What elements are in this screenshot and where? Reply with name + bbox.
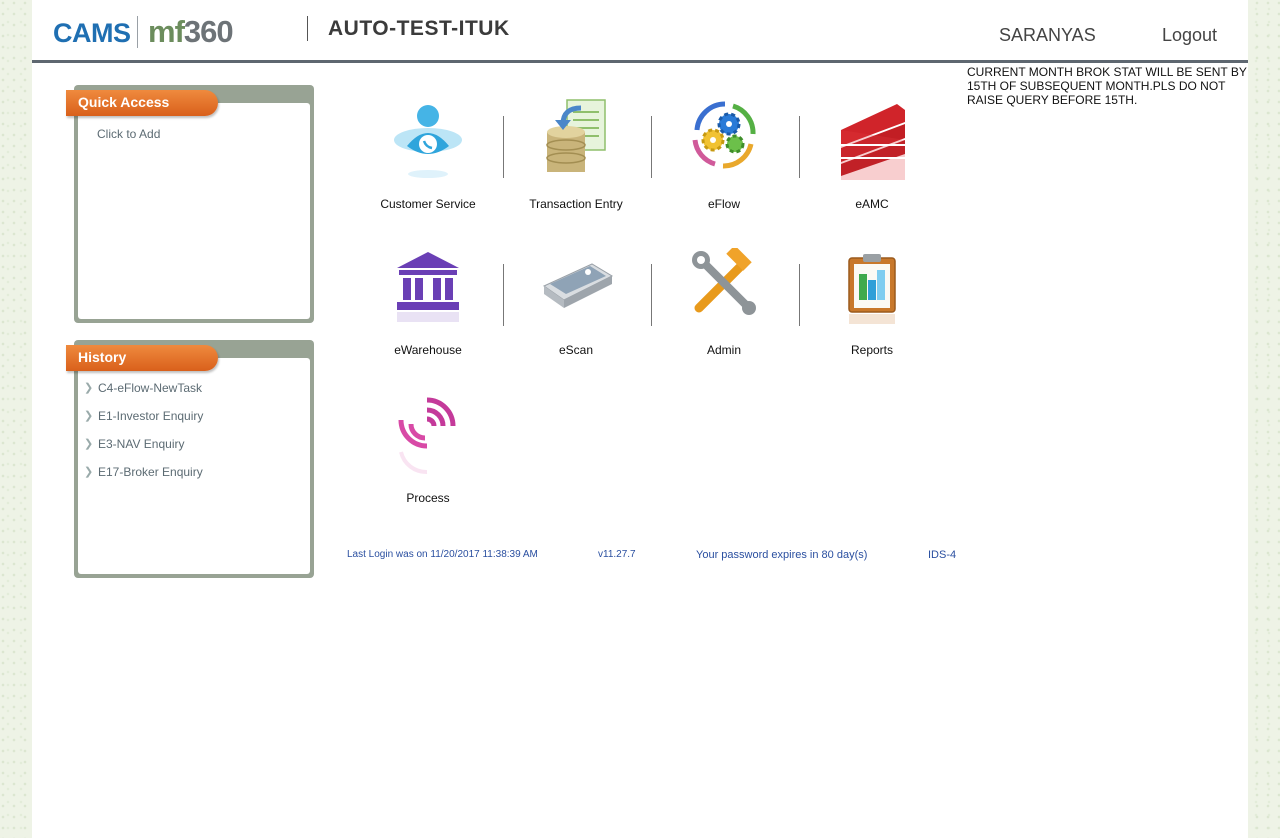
password-expiry-text: Your password expires in 80 day(s) (696, 549, 868, 561)
app-eamc[interactable]: eAMC (798, 100, 946, 230)
history-panel: ❯ C4-eFlow-NewTask ❯ E1-Investor Enquiry ❯… (66, 340, 314, 578)
app-escan[interactable]: eScan (502, 250, 650, 380)
database-document-icon (546, 99, 606, 172)
quick-access-body: Click to Add (78, 103, 310, 319)
history-item-label: E17-Broker Enquiry (98, 465, 203, 479)
quick-access-add-link[interactable]: Click to Add (97, 127, 160, 141)
app-customer-service[interactable]: Customer Service (354, 102, 502, 232)
history-item-label: E3-NAV Enquiry (98, 437, 185, 451)
mf360-logo-num: 360 (183, 14, 234, 49)
app-eflow[interactable]: eFlow (650, 100, 798, 230)
history-item[interactable]: ❯ E17-Broker Enquiry (84, 465, 203, 493)
app-admin[interactable]: Admin (650, 248, 798, 378)
logo-divider (137, 16, 138, 48)
clipboard-chart-icon (848, 254, 896, 324)
app-label: eAMC (855, 197, 889, 211)
app-label: Process (406, 491, 450, 505)
chevron-right-icon: ❯ (84, 382, 94, 394)
bank-building-icon (397, 252, 459, 322)
cams-logo: CAMS (53, 18, 131, 49)
mf360-logo: mf360 (148, 14, 234, 50)
history-item-label: C4-eFlow-NewTask (98, 381, 203, 395)
notice-text: CURRENT MONTH BROK STAT WILL BE SENT BY … (967, 65, 1247, 107)
app-label: Admin (706, 343, 741, 357)
app-label: Reports (850, 343, 894, 357)
page-title: AUTO-TEST-ITUK (328, 17, 510, 40)
server-id-text: IDS-4 (928, 549, 957, 561)
logout-link[interactable]: Logout (1162, 25, 1217, 46)
history-list: ❯ C4-eFlow-NewTask ❯ E1-Investor Enquiry ❯… (84, 381, 203, 493)
quick-access-tab: Quick Access (66, 90, 218, 116)
history-tab: History (66, 345, 218, 371)
user-name: SARANYAS (999, 25, 1096, 45)
header-rule (32, 60, 1248, 63)
app-label: eScan (558, 343, 594, 357)
app-ewarehouse[interactable]: eWarehouse (354, 250, 502, 380)
last-login-text: Last Login was on 11/20/2017 11:38:39 AM (347, 549, 538, 560)
chevron-right-icon: ❯ (84, 438, 94, 450)
stacked-bars-icon (841, 104, 905, 180)
history-body: ❯ C4-eFlow-NewTask ❯ E1-Investor Enquiry ❯… (78, 358, 310, 574)
chevron-right-icon: ❯ (84, 410, 94, 422)
page-container: CAMS mf360 AUTO-TEST-ITUK SARANYAS Logou… (32, 0, 1248, 838)
app-transaction-entry[interactable]: Transaction Entry (502, 98, 650, 228)
history-item[interactable]: ❯ E1-Investor Enquiry (84, 409, 203, 437)
history-item[interactable]: ❯ C4-eFlow-NewTask (84, 381, 203, 409)
app-reports[interactable]: Reports (798, 250, 946, 380)
quick-access-title: Quick Access (78, 94, 170, 110)
gears-cycle-icon (692, 101, 756, 169)
history-item[interactable]: ❯ E3-NAV Enquiry (84, 437, 203, 465)
app-process[interactable]: Process (354, 396, 502, 526)
app-label: eFlow (707, 197, 740, 211)
history-item-label: E1-Investor Enquiry (98, 409, 204, 423)
cams-logo-text: CAMS (53, 18, 131, 48)
app-label: Customer Service (380, 197, 476, 211)
mf360-logo-mf: mf (148, 14, 185, 49)
chevron-right-icon: ❯ (84, 466, 94, 478)
customer-service-icon (394, 105, 462, 178)
wrench-hammer-icon (692, 248, 756, 315)
title-divider (307, 16, 308, 41)
signal-arcs-icon (398, 397, 456, 475)
quick-access-panel: Click to Add Quick Access (66, 85, 314, 323)
version-text: v11.27.7 (598, 549, 636, 560)
scanner-icon (542, 263, 614, 308)
app-label: eWarehouse (394, 343, 462, 357)
history-title: History (78, 349, 127, 365)
app-label: Transaction Entry (529, 197, 623, 211)
